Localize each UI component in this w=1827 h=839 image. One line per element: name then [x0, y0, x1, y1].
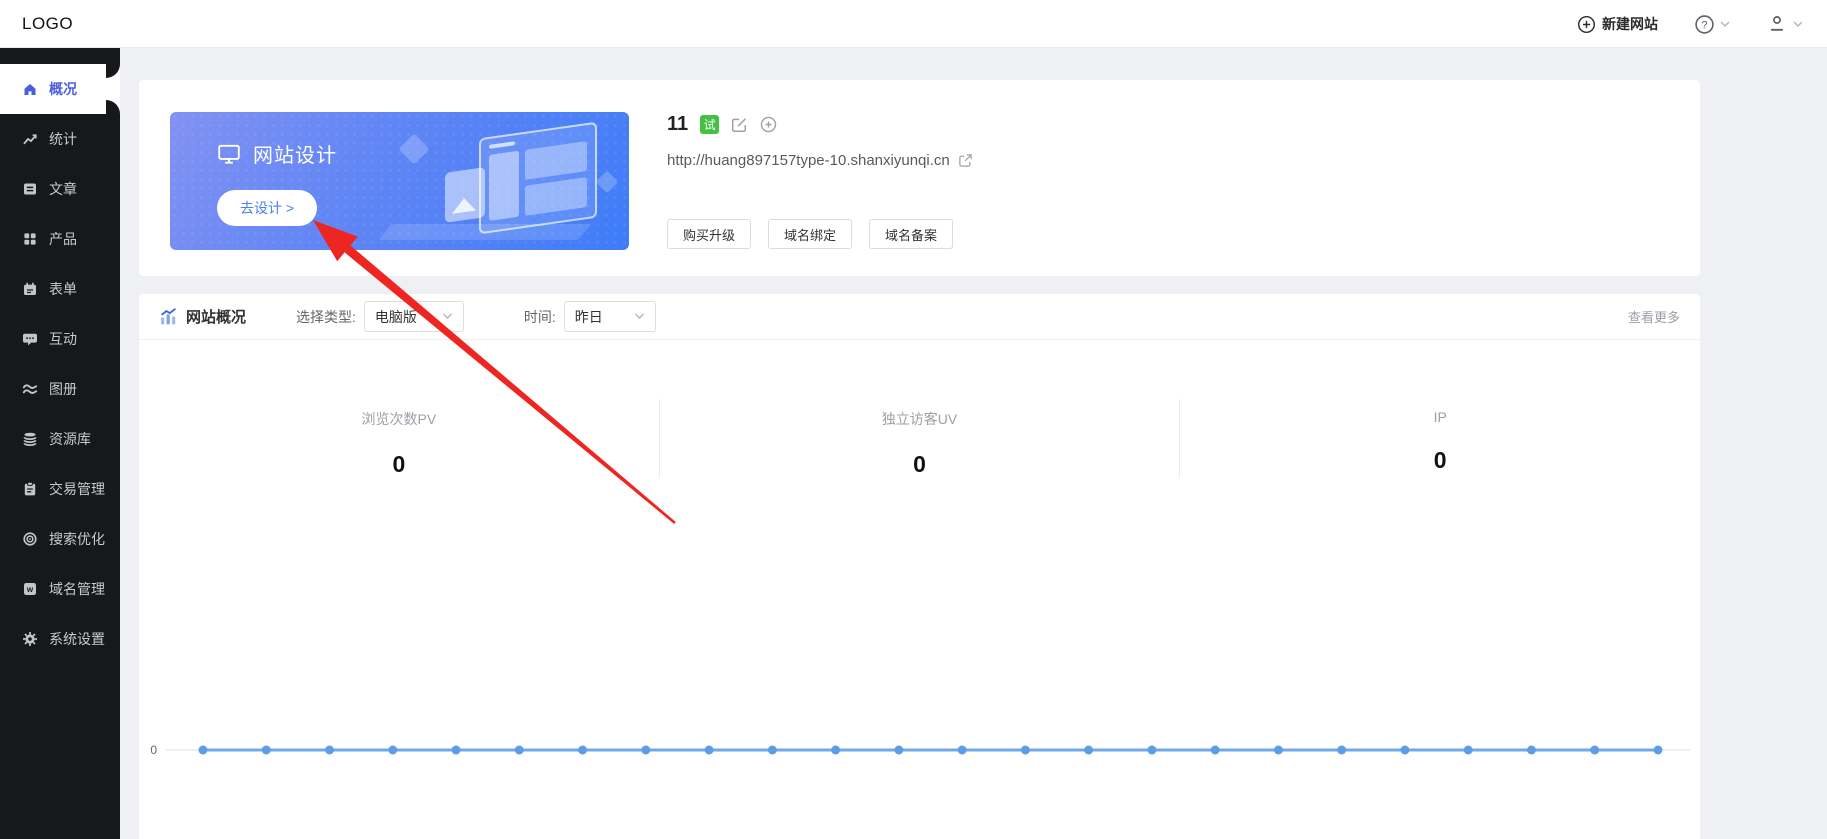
banner-illustration: [378, 121, 619, 242]
sidebar-item-forms[interactable]: 表单: [0, 264, 120, 314]
overview-card: 网站概况 选择类型: 电脑版 时间: 昨日 查看更多 浏览次数PV 0 独立访客…: [139, 294, 1700, 839]
sidebar-item-label: 概况: [49, 81, 77, 97]
time-select[interactable]: 昨日: [563, 301, 656, 332]
sidebar-item-label: 资源库: [49, 431, 91, 447]
site-url-text: http://huang897157type-10.shanxiyunqi.cn: [667, 152, 950, 169]
view-more-link[interactable]: 查看更多: [1628, 307, 1680, 326]
sidebar-item-articles[interactable]: 文章: [0, 164, 120, 214]
stat-value: 0: [392, 451, 406, 477]
trial-badge: 试: [700, 115, 720, 134]
sidebar-item-label: 统计: [49, 131, 77, 147]
domain-w-icon: w: [22, 581, 38, 597]
time-select-value: 昨日: [574, 308, 603, 325]
stats-row: 浏览次数PV 0 独立访客UV 0 IP 0: [139, 399, 1700, 478]
gallery-wave-icon: [22, 381, 38, 397]
overview-chart: 0: [150, 743, 1690, 757]
clipboard-icon: [22, 481, 38, 497]
stat-uv: 独立访客UV 0: [658, 399, 1180, 478]
stat-ip: IP 0: [1179, 399, 1700, 478]
chat-bubble-icon: [22, 331, 38, 347]
app-logo: LOGO: [22, 14, 74, 33]
article-icon: [22, 181, 38, 197]
sidebar-item-interaction[interactable]: 互动: [0, 314, 120, 364]
seo-rings-icon: [22, 531, 38, 547]
user-menu[interactable]: [1766, 13, 1803, 35]
edit-icon[interactable]: [731, 116, 748, 133]
bar-chart-icon: [159, 307, 178, 326]
external-link-icon[interactable]: [958, 153, 973, 168]
products-grid-icon: [22, 231, 38, 247]
chevron-down-icon: [442, 313, 453, 320]
plus-circle-icon: [1577, 15, 1596, 34]
monitor-icon: [217, 143, 241, 165]
sidebar-item-gallery[interactable]: 图册: [0, 364, 120, 414]
help-menu[interactable]: ?: [1694, 14, 1730, 35]
site-card: 网站设计 去设计 > 11 试 http://huang897157type-1…: [139, 80, 1700, 276]
sidebar-item-settings[interactable]: 系统设置: [0, 614, 120, 664]
site-info: 11 试 http://huang897157type-10.shanxiyun…: [667, 80, 1680, 276]
stat-value: 0: [913, 451, 926, 477]
svg-text:?: ?: [1701, 19, 1707, 31]
sidebar-item-label: 互动: [49, 331, 77, 347]
stat-label: 浏览次数PV: [361, 411, 437, 427]
preview-plus-circle-icon[interactable]: [760, 116, 777, 133]
domain-icp-button[interactable]: 域名备案: [869, 219, 954, 249]
home-icon: [22, 81, 38, 97]
design-banner: 网站设计 去设计 >: [170, 112, 629, 250]
site-name: 11: [667, 113, 689, 135]
sidebar-item-transactions[interactable]: 交易管理: [0, 464, 120, 514]
user-icon: [1766, 13, 1788, 35]
svg-text:0: 0: [150, 743, 157, 757]
stat-value: 0: [1433, 447, 1447, 473]
sidebar-item-label: 系统设置: [49, 631, 105, 647]
form-calendar-icon: [22, 281, 38, 297]
type-select[interactable]: 电脑版: [363, 301, 464, 332]
sidebar-item-label: 域名管理: [49, 581, 105, 597]
sidebar-item-label: 表单: [49, 281, 77, 297]
sidebar-nav: 概况 统计 文章 产品 表单 互动 图册 资源库 交易管理 搜索优化 w 域名管…: [0, 48, 120, 839]
stat-label: IP: [1433, 409, 1447, 425]
sidebar-item-statistics[interactable]: 统计: [0, 114, 120, 164]
chevron-down-icon: [1793, 20, 1803, 28]
site-url[interactable]: http://huang897157type-10.shanxiyunqi.cn: [667, 152, 973, 169]
go-design-button[interactable]: 去设计 >: [217, 190, 317, 226]
line-chart-icon: [22, 131, 38, 147]
time-filter-label: 时间:: [523, 308, 556, 325]
sidebar-item-overview[interactable]: 概况: [0, 64, 120, 114]
svg-text:w: w: [26, 585, 34, 594]
chevron-down-icon: [1720, 20, 1730, 28]
main-content: 网站设计 去设计 > 11 试 http://huang897157type-1…: [120, 48, 1827, 839]
sidebar-item-label: 文章: [49, 181, 77, 197]
sidebar-item-label: 交易管理: [49, 481, 105, 497]
top-header: LOGO 新建网站 ?: [0, 0, 1827, 48]
sidebar-item-label: 图册: [49, 381, 77, 397]
database-icon: [22, 431, 38, 447]
sidebar-item-label: 产品: [49, 231, 77, 247]
stat-pv: 浏览次数PV 0: [139, 399, 659, 478]
sidebar-item-domains[interactable]: w 域名管理: [0, 564, 120, 614]
bind-domain-button[interactable]: 域名绑定: [768, 219, 853, 249]
sidebar-item-seo[interactable]: 搜索优化: [0, 514, 120, 564]
buy-upgrade-button[interactable]: 购买升级: [667, 219, 752, 249]
chevron-down-icon: [634, 313, 645, 320]
type-filter-label: 选择类型:: [296, 308, 356, 325]
sidebar-item-resources[interactable]: 资源库: [0, 414, 120, 464]
new-site-label: 新建网站: [1602, 16, 1658, 32]
overview-chart-area: 0: [139, 714, 1700, 839]
gear-icon: [22, 631, 38, 647]
banner-title: 网站设计: [253, 145, 337, 167]
sidebar-item-label: 搜索优化: [49, 531, 105, 547]
sidebar-item-products[interactable]: 产品: [0, 214, 120, 264]
type-select-value: 电脑版: [374, 308, 417, 325]
overview-title: 网站概况: [186, 309, 247, 326]
stat-label: 独立访客UV: [881, 411, 958, 427]
new-site-button[interactable]: 新建网站: [1577, 14, 1658, 34]
help-icon: ?: [1694, 14, 1715, 35]
